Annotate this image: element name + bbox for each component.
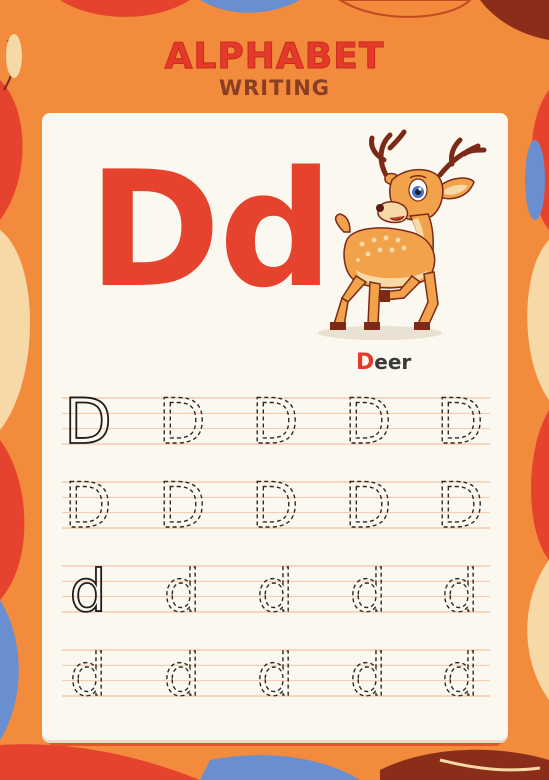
- tracing-row: ddddd: [62, 556, 490, 626]
- worksheet-page: ALPHABET WRITING Dd Deer D D D D D D D D…: [0, 0, 549, 780]
- dashed-letter: D: [344, 385, 392, 458]
- dashed-letter: d: [257, 557, 294, 625]
- solid-letter: D: [64, 385, 112, 458]
- dashed-letter: D: [64, 469, 112, 542]
- dashed-letter: d: [164, 641, 201, 709]
- dashed-letter: d: [70, 641, 107, 709]
- dashed-letter: D: [436, 469, 484, 542]
- dashed-letter: D: [344, 469, 392, 542]
- tracing-row: ddddd: [62, 640, 490, 710]
- dashed-letter: d: [164, 557, 201, 625]
- dashed-letter: D: [436, 385, 484, 458]
- dashed-letter: D: [158, 469, 206, 542]
- dashed-letter: D: [251, 469, 299, 542]
- dashed-letter: D: [251, 385, 299, 458]
- dashed-letter: d: [442, 557, 479, 625]
- tracing-row: DDDDD: [62, 384, 490, 459]
- tracing-row: DDDDD: [62, 468, 490, 543]
- dashed-letter: d: [350, 557, 387, 625]
- solid-letter: d: [70, 557, 107, 625]
- dashed-letter: d: [442, 641, 479, 709]
- dashed-letter: d: [350, 641, 387, 709]
- dashed-letter: D: [158, 385, 206, 458]
- tracing-area: D D D D DD D D D Dd d d d dd d d d d: [62, 384, 490, 710]
- dashed-letter: d: [257, 641, 294, 709]
